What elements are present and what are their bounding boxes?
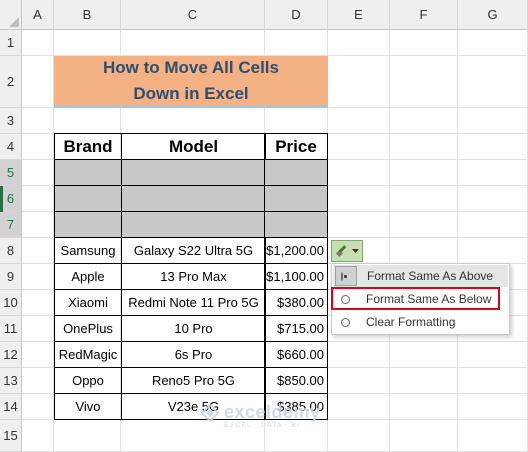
table-cell-model[interactable]: 10 Pro	[121, 315, 266, 342]
table-cell-model[interactable]: 13 Pro Max	[121, 263, 266, 290]
column-header[interactable]: F	[390, 0, 458, 30]
row-header[interactable]: 2	[0, 56, 22, 108]
exceldemy-logo-icon	[200, 403, 220, 422]
inserted-empty-cell[interactable]	[121, 159, 266, 186]
column-header[interactable]: G	[458, 0, 528, 30]
spreadsheet[interactable]: ABCDEFG 1 2 3 4 5 6 7 8 9 10 11 12 13 14 15 How to Mov…	[0, 0, 528, 452]
table-cell-brand[interactable]: Xiaomi	[54, 289, 122, 316]
gridline	[389, 30, 390, 452]
table-cell-brand[interactable]: Vivo	[54, 393, 122, 420]
inserted-empty-cell[interactable]	[121, 185, 266, 212]
row-header[interactable]: 11	[0, 316, 22, 342]
row-header[interactable]: 10	[0, 290, 22, 316]
title-line-1: How to Move All Cells	[102, 58, 279, 77]
menu-item-label: Clear Formatting	[366, 315, 456, 329]
column-header[interactable]: A	[22, 0, 54, 30]
row-header[interactable]: 7	[0, 212, 22, 238]
paintbrush-icon	[335, 245, 347, 258]
column-header[interactable]: B	[54, 0, 121, 30]
inserted-empty-cell[interactable]	[264, 211, 328, 238]
table-cell-brand[interactable]: RedMagic	[54, 341, 122, 368]
table-cell-model[interactable]: Redmi Note 11 Pro 5G	[121, 289, 266, 316]
row-header[interactable]: 1	[0, 30, 22, 56]
column-header[interactable]: E	[328, 0, 390, 30]
table-cell-price[interactable]: $1,200.00	[264, 237, 328, 264]
row-header[interactable]: 12	[0, 342, 22, 368]
inserted-empty-cell[interactable]	[54, 159, 122, 186]
row-7-selection-marker	[0, 186, 3, 212]
menu-item-format-same-as-above[interactable]: Format Same As Above	[333, 265, 508, 287]
watermark-name: exceldemy	[224, 402, 321, 422]
table-cell-model[interactable]: Galaxy S22 Ultra 5G	[121, 237, 266, 264]
row-header[interactable]: 6	[0, 186, 22, 212]
menu-item-clear-formatting[interactable]: Clear Formatting	[333, 311, 508, 333]
table-cell-model[interactable]: Reno5 Pro 5G	[121, 367, 266, 394]
row-header[interactable]: 13	[0, 368, 22, 394]
row-header[interactable]: 5	[0, 160, 22, 186]
radio-icon	[341, 317, 350, 327]
radio-selected-icon	[335, 266, 357, 286]
table-cell-model[interactable]: 6s Pro	[121, 341, 266, 368]
watermark: exceldemy EXCEL · DATA · BI	[200, 402, 321, 429]
column-header[interactable]: D	[265, 0, 328, 30]
column-header[interactable]: C	[121, 0, 265, 30]
chevron-down-icon	[352, 248, 359, 253]
highlight-box	[331, 287, 500, 310]
watermark-tagline: EXCEL · DATA · BI	[224, 422, 300, 429]
sheet-title: How to Move All Cells Down in Excel	[54, 56, 328, 108]
table-header-price[interactable]: Price	[264, 133, 328, 160]
insert-options-button[interactable]	[331, 240, 363, 262]
inserted-empty-cell[interactable]	[264, 159, 328, 186]
inserted-empty-cell[interactable]	[121, 211, 266, 238]
table-cell-price[interactable]: $380.00	[264, 289, 328, 316]
table-header-model[interactable]: Model	[121, 133, 266, 160]
row-header[interactable]: 3	[0, 108, 22, 134]
inserted-empty-cell[interactable]	[264, 185, 328, 212]
gridline	[457, 30, 458, 452]
inserted-empty-cell[interactable]	[54, 185, 122, 212]
table-cell-price[interactable]: $715.00	[264, 315, 328, 342]
inserted-empty-cell[interactable]	[54, 211, 122, 238]
table-cell-price[interactable]: $1,100.00	[264, 263, 328, 290]
table-cell-brand[interactable]: Apple	[54, 263, 122, 290]
menu-item-label: Format Same As Above	[367, 269, 494, 283]
table-cell-brand[interactable]: Samsung	[54, 237, 122, 264]
table-cell-price[interactable]: $850.00	[264, 367, 328, 394]
row-header[interactable]: 4	[0, 134, 22, 160]
row-header[interactable]: 14	[0, 394, 22, 420]
table-header-brand[interactable]: Brand	[54, 133, 122, 160]
title-line-2: Down in Excel	[133, 84, 249, 103]
select-all-corner[interactable]	[0, 0, 22, 30]
table-cell-price[interactable]: $660.00	[264, 341, 328, 368]
table-cell-brand[interactable]: OnePlus	[54, 315, 122, 342]
row-header[interactable]: 9	[0, 264, 22, 290]
table-cell-brand[interactable]: Oppo	[54, 367, 122, 394]
row-header[interactable]: 15	[0, 420, 22, 452]
row-header[interactable]: 8	[0, 238, 22, 264]
